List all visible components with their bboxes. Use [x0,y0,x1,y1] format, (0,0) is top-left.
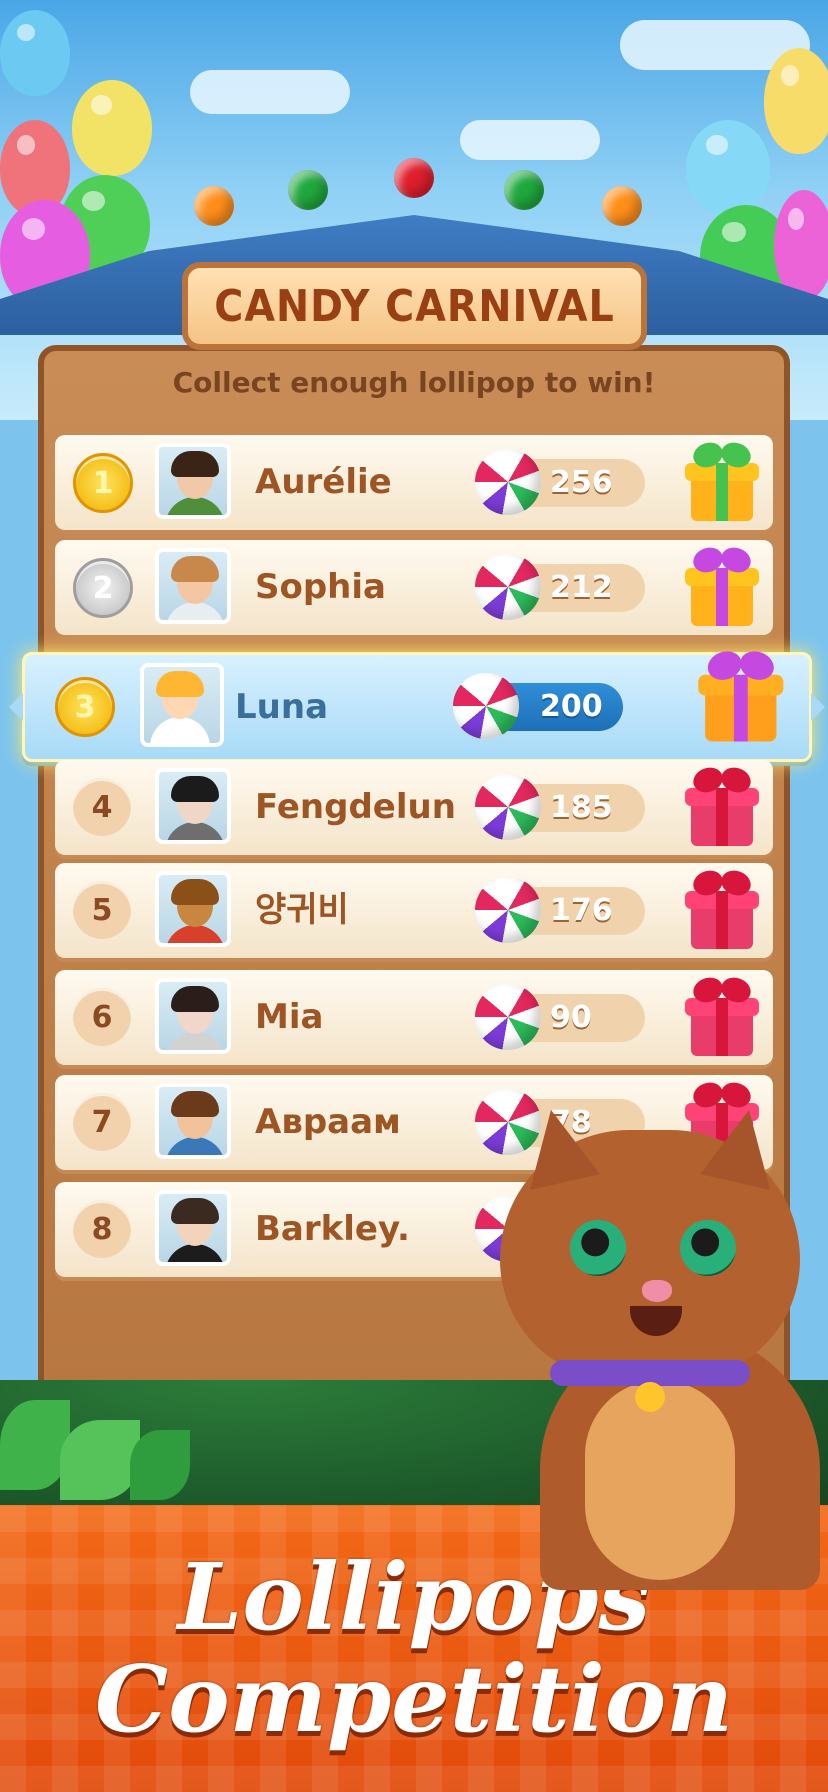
bead-light [602,186,642,226]
lollipop-candy-icon [475,877,541,943]
avatar-hair [171,986,219,1012]
player-avatar[interactable] [155,768,231,844]
avatar-body [165,602,225,620]
player-name: Sophia [255,567,386,607]
avatar-body [165,1244,225,1262]
event-title: CANDY CARNIVAL [182,262,647,350]
gift-ribbon [716,463,728,521]
gift-box-icon[interactable] [685,543,759,628]
player-name: Aurélie [255,462,392,502]
lollipop-candy-icon [475,984,541,1050]
rank-medal-icon: 3 [55,677,115,737]
gift-ribbon [716,788,728,846]
promo-line-2: Competition [95,1645,733,1753]
avatar-hair [171,879,219,905]
cloud [460,120,600,160]
fish-tag-icon [635,1382,665,1412]
leaderboard-row[interactable]: 5 양귀비 176 [55,863,773,958]
balloon-icon [72,80,152,176]
avatar-body [165,1137,225,1155]
cat-head [500,1110,800,1380]
leaf-icon [60,1420,140,1500]
leaderboard-row[interactable]: 3 Luna 200 [9,646,825,762]
lollipop-candy-icon [475,774,541,840]
leaf-icon [130,1430,190,1500]
player-score: 185 [550,790,613,825]
rank-badge: 4 [73,778,131,836]
gift-box-icon[interactable] [698,646,802,762]
gift-box-icon[interactable] [685,973,759,1058]
gift-ribbon [733,674,748,742]
player-avatar[interactable] [155,978,231,1054]
rank-badge: 6 [73,988,131,1046]
gift-ribbon [716,891,728,949]
balloon-icon [764,48,828,154]
cat-mascot [490,1110,828,1590]
rank-badge: 8 [73,1200,131,1258]
rank-medal-icon: 2 [73,558,133,618]
avatar-hair [171,451,219,477]
player-avatar[interactable] [155,548,231,624]
gift-box-icon[interactable] [685,866,759,951]
avatar-body [150,717,210,743]
player-avatar[interactable] [140,663,224,747]
bead-light [504,170,544,210]
player-avatar[interactable] [155,871,231,947]
balloon-icon [686,120,770,216]
player-name: Авраам [255,1102,401,1142]
cat-mouth [630,1306,682,1336]
bead-light [394,158,434,198]
player-avatar[interactable] [155,1190,231,1266]
cat-chest [585,1380,735,1580]
avatar-body [165,497,225,515]
cat-nose [642,1280,672,1302]
bead-light [288,170,328,210]
arrow-right-icon [811,693,825,721]
balloon-icon [774,190,828,300]
cat-eye-right [680,1220,736,1276]
player-name: Luna [235,687,329,727]
cloud [190,70,350,114]
player-name: Mia [255,997,324,1037]
gift-ribbon [716,568,728,626]
player-avatar[interactable] [155,443,231,519]
player-score: 176 [550,893,613,928]
avatar-hair [171,776,219,802]
player-score: 90 [550,1000,592,1035]
player-score: 212 [550,570,613,605]
player-name: Barkley. [255,1209,410,1249]
lollipop-candy-icon [475,449,541,515]
gift-box-icon[interactable] [685,763,759,848]
player-name: Fengdelun [255,787,456,827]
rank-badge: 7 [73,1093,131,1151]
leaderboard-row[interactable]: 6 Mia 90 [55,970,773,1065]
avatar-body [165,1032,225,1050]
avatar-hair [156,671,204,697]
avatar-body [165,822,225,840]
lollipop-candy-icon [453,673,519,739]
player-name: 양귀비 [255,890,349,930]
lollipop-candy-icon [475,554,541,620]
rank-badge: 5 [73,881,131,939]
player-score: 256 [550,465,613,500]
player-avatar[interactable] [155,1083,231,1159]
gift-ribbon [716,998,728,1056]
bead-light [194,186,234,226]
avatar-hair [171,556,219,582]
player-score: 200 [540,689,603,724]
leaderboard-row[interactable]: 1 Aurélie 256 [55,435,773,530]
arrow-left-icon [9,693,23,721]
avatar-hair [171,1198,219,1224]
event-subtitle: Collect enough lollipop to win! [172,366,656,399]
balloon-icon [0,10,70,96]
cat-ear-left [530,1110,600,1190]
gift-box-icon[interactable] [685,438,759,523]
leaderboard-row[interactable]: 2 Sophia 212 [55,540,773,635]
rank-medal-icon: 1 [73,453,133,513]
avatar-hair [171,1091,219,1117]
avatar-body [165,925,225,943]
leaderboard-row[interactable]: 4 Fengdelun 185 [55,760,773,855]
cat-eye-left [570,1220,626,1276]
cat-ear-right [700,1110,770,1190]
